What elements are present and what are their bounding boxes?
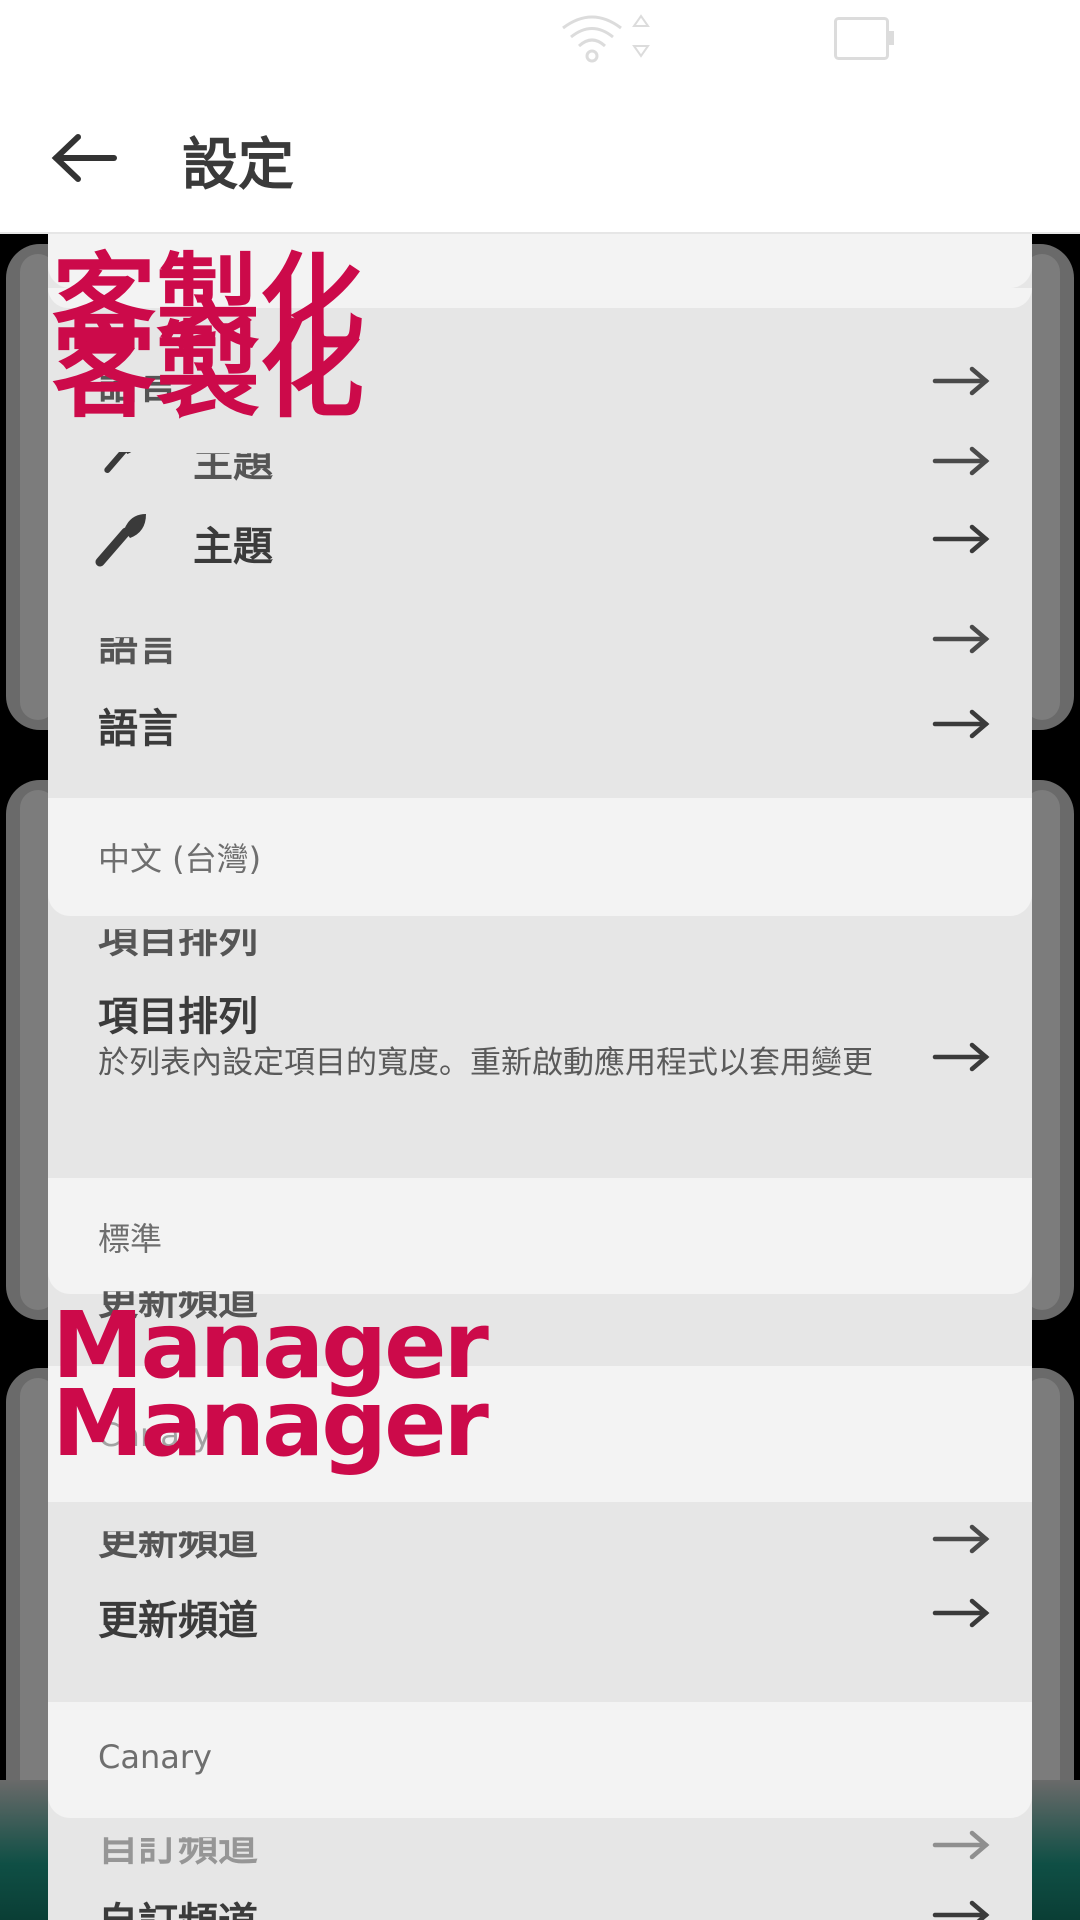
battery-icon <box>834 17 894 60</box>
ghost-theme-label: 主題 <box>193 440 273 486</box>
language-label: 語言 <box>98 706 178 752</box>
layout-row[interactable]: 項目排列 於列表內設定項目的寬度。重新啟動應用程式以套用變更 <box>48 984 1032 1174</box>
arrow-right-icon <box>932 1524 990 1554</box>
arrow-right-icon <box>932 709 990 739</box>
back-arrow-icon[interactable] <box>50 125 120 191</box>
arrow-right-icon <box>932 366 990 396</box>
arrow-right-icon <box>932 1042 990 1072</box>
ghost-channel-label: 更新頻道 <box>98 1518 258 1564</box>
update-channel-label: 更新頻道 <box>98 1598 258 1644</box>
brush-icon <box>95 514 146 567</box>
layout-label: 項目排列 <box>98 994 258 1040</box>
page-title: 設定 <box>182 133 294 198</box>
arrow-right-icon <box>932 1900 990 1920</box>
ghost-language-label: 語言 <box>98 624 178 670</box>
arrow-right-icon <box>932 1830 990 1860</box>
brush-icon <box>92 434 152 474</box>
theme-row[interactable]: 主題 <box>48 494 1032 582</box>
arrow-right-icon <box>932 524 990 554</box>
status-bar <box>0 0 1080 80</box>
arrow-right-icon <box>932 446 990 476</box>
update-channel-row[interactable]: 更新頻道 <box>48 1588 1032 1688</box>
section-title-customization: 客製化 <box>52 310 365 432</box>
theme-label: 主題 <box>193 524 273 570</box>
arrow-right-icon <box>932 1598 990 1628</box>
layout-description: 於列表內設定項目的寬度。重新啟動應用程式以套用變更 <box>98 1045 873 1081</box>
custom-channel-row[interactable]: 自訂頻道 <box>48 1890 1032 1920</box>
channel-value: Canary <box>98 1738 212 1776</box>
custom-channel-label: 自訂頻道 <box>98 1890 258 1920</box>
layout-value-card <box>48 1178 1032 1294</box>
app-bar: 設定 <box>0 80 1080 234</box>
wifi-icon <box>562 14 650 63</box>
settings-sheet: 語言 主題 主題 語言 語言 中文 (台灣) 項目排列 項目排列 於列表內設定項… <box>48 234 1032 1920</box>
section-title-manager: Manager <box>52 1370 489 1477</box>
arrow-right-icon <box>932 624 990 654</box>
language-value: 中文 (台灣) <box>98 840 262 878</box>
layout-value: 標準 <box>98 1220 163 1258</box>
language-row[interactable]: 語言 <box>48 674 1032 774</box>
ghost-custom-channel-label: 自訂頻道 <box>98 1824 258 1870</box>
